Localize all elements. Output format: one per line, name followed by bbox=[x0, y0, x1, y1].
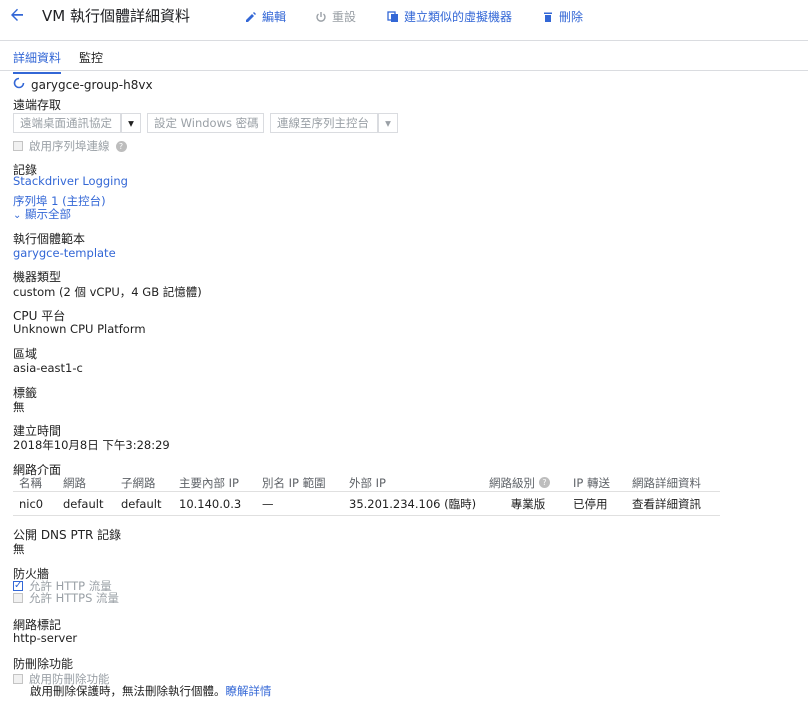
cpu-platform-value: Unknown CPU Platform bbox=[13, 322, 146, 336]
column-header: 網路級別 bbox=[489, 475, 535, 490]
dns-ptr-value: 無 bbox=[13, 542, 25, 556]
table-cell: 35.201.234.106 (臨時) bbox=[349, 496, 477, 511]
header-bar: VM 執行個體詳細資料 編輯 重設 建立類似的虛擬機器 刪除 bbox=[0, 0, 808, 41]
learn-more-link[interactable]: 瞭解詳情 bbox=[226, 684, 272, 698]
zone-value: asia-east1-c bbox=[13, 361, 83, 375]
pencil-icon bbox=[244, 10, 258, 24]
table-cell: — bbox=[262, 496, 274, 511]
rdp-button[interactable]: 遠端桌面通訊協定 bbox=[13, 113, 121, 133]
column-header: 名稱 bbox=[19, 475, 42, 490]
https-label: 允許 HTTPS 流量 bbox=[29, 591, 120, 605]
column-header: 主要內部 IP bbox=[179, 475, 239, 490]
table-row: nic0 default default 10.140.0.3 — 35.201… bbox=[13, 492, 720, 516]
column-header: 子網路 bbox=[121, 475, 156, 490]
deletion-protection-description: 啟用刪除保護時，無法刪除執行個體。 bbox=[30, 684, 226, 698]
machine-type-label: 機器類型 bbox=[13, 270, 62, 284]
back-arrow-icon[interactable] bbox=[8, 6, 26, 24]
help-icon[interactable]: ? bbox=[115, 140, 127, 152]
power-icon bbox=[314, 10, 328, 24]
view-details-link[interactable]: 查看詳細資訊 bbox=[626, 496, 716, 512]
serial-port-row: 啟用序列埠連線 ? bbox=[13, 138, 127, 154]
table-cell: 10.140.0.3 bbox=[179, 496, 242, 511]
copy-icon bbox=[386, 10, 400, 24]
trash-icon bbox=[541, 10, 555, 24]
table-cell: default bbox=[63, 496, 104, 511]
create-similar-button[interactable]: 建立類似的虛擬機器 bbox=[386, 8, 512, 25]
chevron-down-icon: ⌄ bbox=[13, 210, 22, 221]
column-header: 外部 IP bbox=[349, 475, 386, 490]
table-header-row: 名稱 網路 子網路 主要內部 IP 別名 IP 範圍 外部 IP 網路級別 ? … bbox=[13, 474, 720, 492]
edit-button[interactable]: 編輯 bbox=[244, 8, 286, 25]
table-cell: default bbox=[121, 496, 162, 511]
column-header-network-tier: 網路級別 ? bbox=[483, 475, 567, 491]
labels-value: 無 bbox=[13, 400, 25, 414]
tab-divider bbox=[0, 70, 808, 71]
edit-label: 編輯 bbox=[262, 10, 287, 24]
firewall-https-row: 允許 HTTPS 流量 bbox=[13, 590, 119, 606]
reset-button[interactable]: 重設 bbox=[314, 8, 356, 25]
deletion-protection-label: 防刪除功能 bbox=[13, 657, 74, 671]
table-cell: nic0 bbox=[19, 496, 44, 511]
template-link[interactable]: garygce-template bbox=[13, 246, 116, 260]
show-all-link[interactable]: ⌄ 顯示全部 bbox=[13, 206, 71, 222]
create-similar-label: 建立類似的虛擬機器 bbox=[404, 10, 513, 24]
network-interfaces-table: 名稱 網路 子網路 主要內部 IP 別名 IP 範圍 外部 IP 網路級別 ? … bbox=[13, 474, 720, 516]
deletion-protection-description-row: 啟用刪除保護時，無法刪除執行個體。瞭解詳情 bbox=[30, 683, 272, 699]
reset-label: 重設 bbox=[332, 10, 357, 24]
remote-access-label: 遠端存取 bbox=[13, 98, 62, 112]
creation-time-value: 2018年10月8日 下午3:28:29 bbox=[13, 438, 170, 452]
template-label: 執行個體範本 bbox=[13, 232, 86, 246]
https-checkbox[interactable] bbox=[13, 593, 23, 603]
column-header: 網路詳細資料 bbox=[632, 475, 701, 490]
rdp-dropdown-chevron-down-icon[interactable]: ▾ bbox=[121, 113, 141, 133]
zone-label: 區域 bbox=[13, 347, 38, 361]
windows-password-button[interactable]: 設定 Windows 密碼 bbox=[147, 113, 264, 133]
column-header: 別名 IP 範圍 bbox=[262, 475, 326, 490]
network-tags-value: http-server bbox=[13, 631, 78, 645]
deletion-protection-checkbox[interactable] bbox=[13, 674, 23, 684]
column-header: 網路 bbox=[63, 475, 86, 490]
column-header: IP 轉送 bbox=[573, 475, 610, 490]
instance-name-row: garygce-group-h8vx bbox=[13, 77, 153, 92]
table-cell: 專業版 bbox=[510, 496, 546, 511]
show-all-label: 顯示全部 bbox=[25, 207, 72, 221]
dns-ptr-label: 公開 DNS PTR 記錄 bbox=[13, 528, 122, 542]
help-icon[interactable]: ? bbox=[539, 477, 550, 488]
stackdriver-link[interactable]: Stackdriver Logging bbox=[13, 174, 128, 188]
serial-dropdown-chevron-down-icon[interactable]: ▾ bbox=[378, 113, 398, 133]
delete-button[interactable]: 刪除 bbox=[541, 8, 583, 25]
serial-port-label: 啟用序列埠連線 bbox=[29, 139, 110, 153]
instance-name: garygce-group-h8vx bbox=[31, 77, 153, 92]
page-title: VM 執行個體詳細資料 bbox=[42, 7, 190, 25]
serial-port-checkbox[interactable] bbox=[13, 141, 23, 151]
delete-label: 刪除 bbox=[559, 10, 584, 24]
loading-spinner-icon bbox=[13, 77, 25, 92]
table-cell: 已停用 bbox=[573, 496, 608, 511]
machine-type-value: custom (2 個 vCPU，4 GB 記憶體) bbox=[13, 285, 202, 299]
serial-console-button[interactable]: 連線至序列主控台 bbox=[270, 113, 378, 133]
